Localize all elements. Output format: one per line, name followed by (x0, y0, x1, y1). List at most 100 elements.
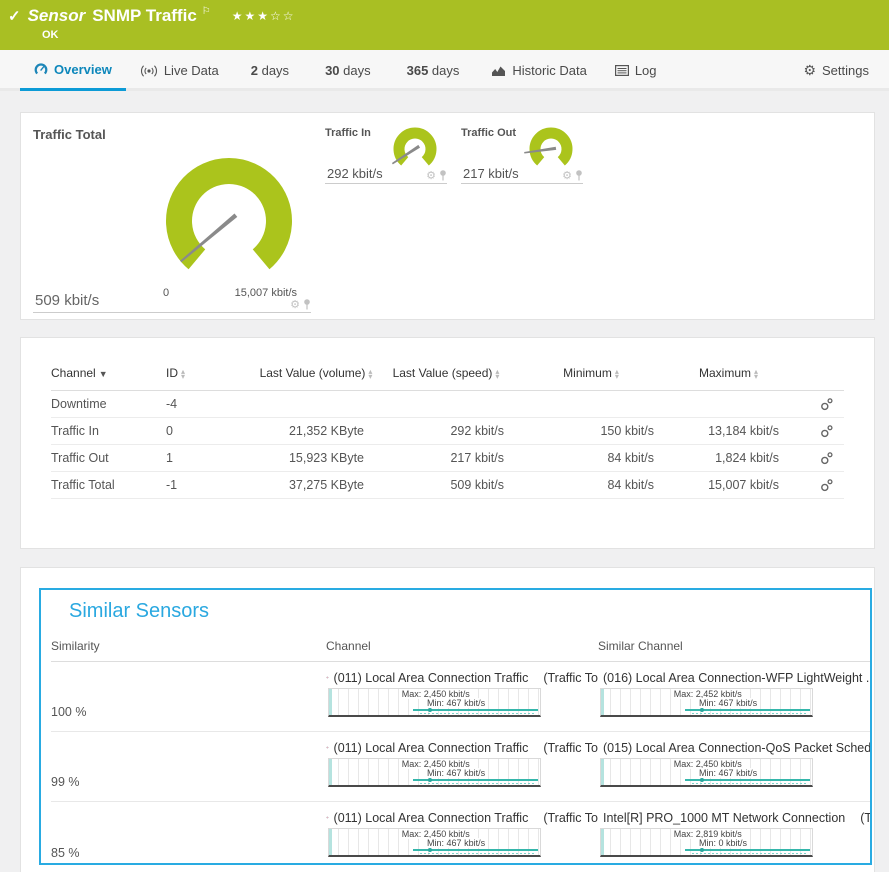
gauge-value: 217 kbit/s (463, 166, 519, 181)
pin-icon[interactable] (303, 299, 311, 310)
traffic-total-gauge-block: Traffic Total 509 kbit/s 0 15,007 kbit/s… (33, 127, 311, 313)
tab-overview[interactable]: Overview (20, 50, 126, 91)
sensor-header: ✓ Sensor SNMP Traffic ⚐ ★★★☆☆ OK (0, 0, 889, 50)
similar-channel-mini-graph: Max: 2,819 kbit/s Min: 0 kbit/s (600, 828, 813, 857)
tab-log[interactable]: Log (601, 50, 671, 91)
channel-mini-graph: Max: 2,450 kbit/s Min: 467 kbit/s (328, 688, 541, 717)
similar-channel-mini-graph: Max: 2,452 kbit/s Min: 467 kbit/s (600, 688, 813, 717)
tab-label: days (258, 63, 289, 78)
similar-sensor-row: 100 % (011) Local Area Connection Traffi… (51, 662, 870, 732)
traffic-in-gauge (385, 123, 447, 175)
graph-ticks (692, 853, 808, 854)
channel-name: (015) Local Area Connection-QoS Packet S… (603, 741, 870, 755)
sort-icon: ▴▾ (181, 369, 185, 379)
tab-label: days (428, 63, 459, 78)
pin-icon[interactable] (439, 170, 447, 181)
gauge-value: 509 kbit/s (35, 292, 99, 309)
graph-point (428, 778, 432, 782)
cell-minimum: 84 kbit/s (516, 451, 666, 465)
graph-min-label: Min: 467 kbit/s (698, 698, 758, 708)
move-crosshair-icon[interactable] (326, 672, 329, 683)
tab-2-days[interactable]: 2 days (233, 50, 307, 91)
table-row: Traffic Total -1 37,275 KByte 509 kbit/s… (51, 472, 844, 499)
channel-name: Intel[R] PRO_1000 MT Network Connection (603, 811, 845, 825)
cell-channel: Traffic Total (51, 478, 166, 492)
channel-link[interactable]: (011) Local Area Connection Traffic (Tra… (326, 809, 598, 826)
column-header-volume[interactable]: Last Value (volume)▴▾ (256, 366, 376, 380)
graph-min-label: Min: 467 kbit/s (426, 698, 486, 708)
flag-icon[interactable]: ⚐ (202, 6, 211, 17)
traffic-out-gauge-block: Traffic Out 217 kbit/s ⚙ (461, 127, 583, 184)
channel-suffix: (Traffic To (543, 811, 598, 825)
tab-live-data[interactable]: Live Data (126, 50, 233, 91)
graph-line (685, 779, 810, 781)
graph-line (413, 779, 538, 781)
channel-name: (011) Local Area Connection Traffic (334, 811, 529, 825)
status-ok-icon: ✓ (8, 7, 21, 25)
gear-icon[interactable]: ⚙ (426, 169, 436, 182)
channel-settings-icon[interactable] (808, 398, 844, 411)
log-icon (615, 65, 629, 76)
channel-name: (011) Local Area Connection Traffic (334, 671, 529, 685)
gauge-value: 292 kbit/s (327, 166, 383, 181)
cell-volume: 15,923 KByte (256, 451, 376, 465)
pin-icon[interactable] (575, 170, 583, 181)
tab-bar: Overview Live Data 2 days 30 days 365 da… (0, 50, 889, 91)
channel-link[interactable]: (011) Local Area Connection Traffic (Tra… (326, 739, 598, 756)
settings-gear-icon: ⚙ (803, 62, 816, 79)
graph-line (413, 849, 538, 851)
graph-point (700, 848, 704, 852)
gauge-scale-max: 15,007 kbit/s (235, 287, 297, 299)
stars-empty: ☆☆ (270, 9, 296, 23)
channel-link[interactable]: (011) Local Area Connection Traffic (Tra… (326, 669, 598, 686)
channel-settings-icon[interactable] (808, 479, 844, 492)
gauge-label: Traffic Total (33, 127, 311, 142)
cell-channel: Traffic Out (51, 451, 166, 465)
move-crosshair-icon[interactable] (326, 812, 329, 823)
tab-historic-data[interactable]: Historic Data (477, 50, 600, 91)
column-header-channel[interactable]: Channel▼ (51, 366, 166, 380)
tab-label: days (340, 63, 371, 78)
channel-settings-icon[interactable] (808, 425, 844, 438)
cell-speed: 509 kbit/s (376, 478, 516, 492)
channel-settings-icon[interactable] (808, 452, 844, 465)
column-header-minimum[interactable]: Minimum▴▾ (516, 366, 666, 380)
similar-channel-link[interactable]: Intel[R] PRO_1000 MT Network Connection … (598, 809, 870, 826)
column-header-speed[interactable]: Last Value (speed)▴▾ (376, 366, 516, 380)
channel-suffix: (Traffic To (543, 741, 598, 755)
tab-label: Historic Data (512, 63, 586, 78)
priority-stars[interactable]: ★★★☆☆ (232, 9, 296, 23)
gear-icon[interactable]: ⚙ (290, 298, 300, 311)
graph-min-label: Min: 467 kbit/s (426, 838, 486, 848)
graph-point (428, 848, 432, 852)
column-header-id[interactable]: ID▴▾ (166, 366, 256, 380)
tab-label: Settings (822, 63, 869, 78)
tab-label: Overview (54, 62, 112, 77)
graph-min-label: Min: 467 kbit/s (426, 768, 486, 778)
similar-sensors-panel: Similar Sensors Similarity Channel Simil… (20, 567, 875, 872)
stars-filled: ★★★ (232, 9, 270, 23)
tab-label: Live Data (164, 63, 219, 78)
table-row: Downtime -4 (51, 391, 844, 418)
tab-30-days[interactable]: 30 days (307, 50, 389, 91)
sensor-title: SNMP Traffic (92, 6, 197, 26)
column-header-channel: Channel (326, 639, 598, 653)
similar-channel-link[interactable]: (016) Local Area Connection-WFP LightWei… (598, 669, 870, 686)
sort-icon: ▴▾ (495, 369, 499, 379)
similar-channel-link[interactable]: (015) Local Area Connection-QoS Packet S… (598, 739, 870, 756)
cell-channel: Downtime (51, 397, 166, 411)
tab-settings[interactable]: ⚙ Settings (789, 50, 883, 91)
tab-365-days[interactable]: 365 days (389, 50, 478, 91)
graph-ticks (420, 713, 536, 714)
graph-min-label: Min: 0 kbit/s (698, 838, 748, 848)
move-crosshair-icon[interactable] (326, 742, 329, 753)
graph-point (700, 778, 704, 782)
column-header-maximum[interactable]: Maximum▴▾ (666, 366, 791, 380)
column-header-similar-channel: Similar Channel (598, 639, 870, 653)
graph-line (413, 709, 538, 711)
sort-icon: ▴▾ (368, 369, 372, 379)
graph-ticks (692, 713, 808, 714)
channel-suffix: (Traffic To (543, 671, 598, 685)
gear-icon[interactable]: ⚙ (562, 169, 572, 182)
graph-ticks (420, 853, 536, 854)
